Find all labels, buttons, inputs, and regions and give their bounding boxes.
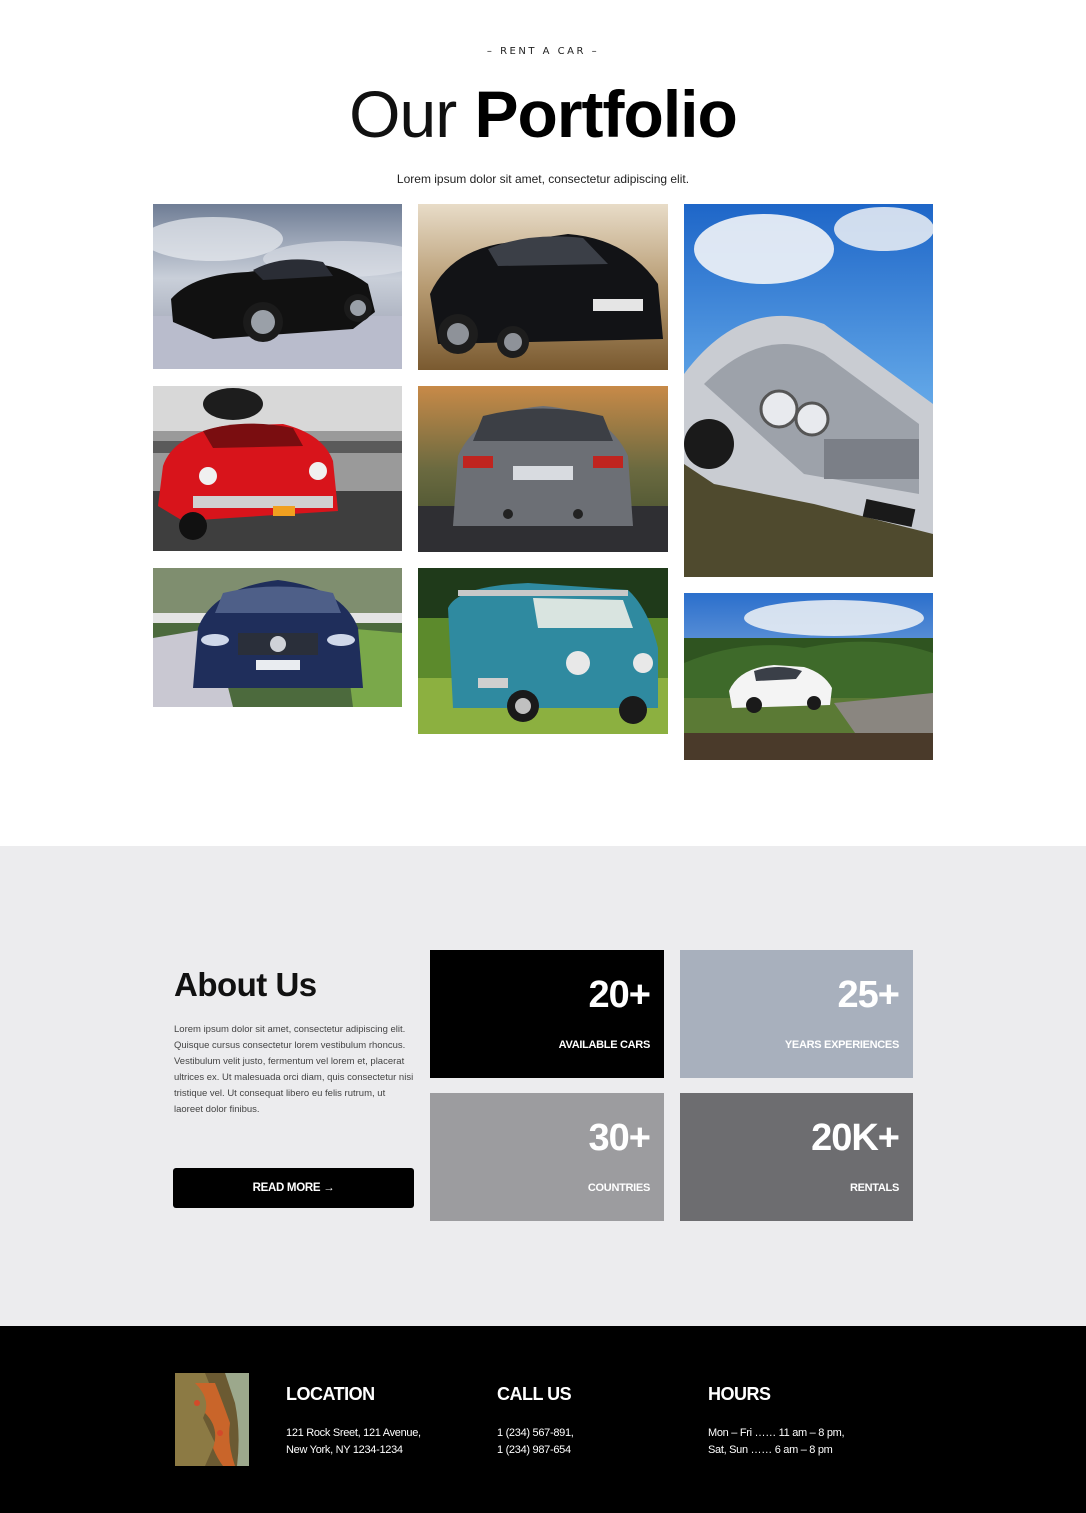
stat-value: 20K+ [811,1117,900,1159]
footer-call-title: CALL US [497,1384,572,1404]
stat-label: YEARS EXPERIENCES [784,1039,899,1051]
read-more-button[interactable]: READ MORE → [173,1168,414,1208]
section-lead: Lorem ipsum dolor sit amet, consectetur … [396,172,690,186]
title-bold: Portfolio [474,77,738,151]
stat-label: RENTALS [849,1182,899,1194]
grey-bmw-rear-photo[interactable] [418,386,668,552]
footer-hours-line2: Sat, Sun …… 6 am – 8 pm [708,1444,833,1456]
footer-phone-1[interactable]: 1 (234) 567-891, [497,1425,574,1442]
black-audi-photo[interactable] [418,204,668,370]
page-title: Our Portfolio [0,76,1086,152]
about-text: Lorem ipsum dolor sit amet, consectetur … [174,1024,414,1115]
stat-countries: 30+ COUNTRIES [430,1093,664,1221]
white-tesla-photo[interactable] [684,593,933,760]
about-title: About Us [174,966,317,1003]
footer: LOCATION 121 Rock Sreet, 121 Avenue, New… [0,1326,1086,1513]
stat-rentals: 20K+ RENTALS [680,1093,913,1221]
footer-hours-line1: Mon – Fri …… 11 am – 8 pm, [708,1427,845,1439]
stat-value: 25+ [837,974,900,1016]
footer-location-line1: 121 Rock Sreet, 121 Avenue, [286,1427,421,1439]
title-light: Our [349,77,457,151]
footer-phone-2[interactable]: 1 (234) 987-654 [497,1442,574,1459]
vintage-silver-car-photo[interactable] [684,204,933,577]
footer-location: LOCATION 121 Rock Sreet, 121 Avenue, New… [286,1384,421,1459]
black-mustang-photo[interactable] [153,204,402,369]
stat-years-experiences: 25+ YEARS EXPERIENCES [680,950,913,1078]
section-eyebrow: – RENT A CAR – [486,46,600,57]
blue-vw-van-photo[interactable] [418,568,668,734]
stat-value: 30+ [588,1117,651,1159]
stat-value: 20+ [588,974,651,1016]
red-classic-car-photo[interactable] [153,386,402,551]
stat-label: COUNTRIES [587,1182,650,1194]
footer-location-line2: New York, NY 1234-1234 [286,1444,403,1456]
about-section: About Us Lorem ipsum dolor sit amet, con… [0,846,1086,1326]
footer-hours-title: HOURS [708,1384,771,1404]
footer-call: CALL US 1 (234) 567-891, 1 (234) 987-654 [497,1384,574,1459]
blue-mercedes-photo[interactable] [153,568,402,707]
footer-hours: HOURS Mon – Fri …… 11 am – 8 pm, Sat, Su… [708,1384,845,1459]
stat-available-cars: 20+ AVAILABLE CARS [430,950,664,1078]
map-thumbnail [175,1373,249,1466]
stat-label: AVAILABLE CARS [558,1039,651,1051]
portfolio-section: – RENT A CAR – Our Portfolio Lorem ipsum… [0,0,1086,846]
footer-location-title: LOCATION [286,1384,375,1404]
